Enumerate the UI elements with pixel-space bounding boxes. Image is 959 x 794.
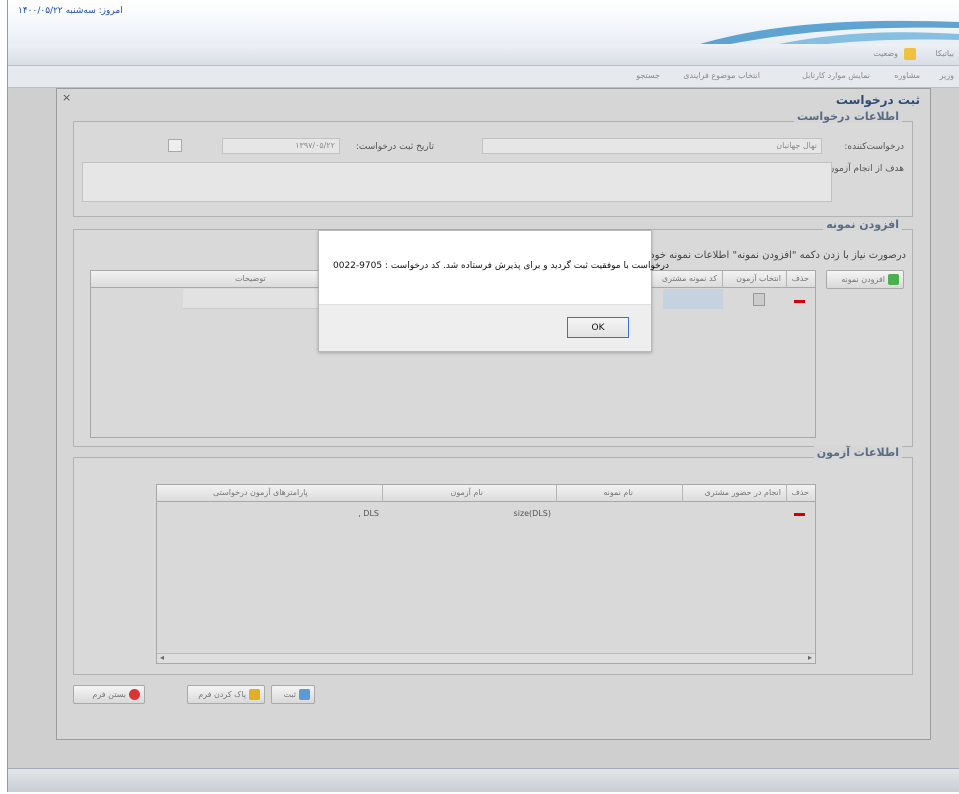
test-grid: حذف انجام در حضور مشتری نام نمونه نام آز… xyxy=(156,484,816,664)
purpose-label: هدف از انجام آزمون: xyxy=(824,164,904,174)
submit-label: ثبت xyxy=(283,690,297,699)
purpose-textarea[interactable] xyxy=(82,162,832,202)
app-window: امروز: سه‌شنبه ۱۴۰۰/۰۵/۲۲ بیاتیکا وضعیت … xyxy=(7,0,959,792)
nav-link-status[interactable]: وضعیت xyxy=(873,49,898,58)
request-info-legend: اطلاعات درخواست xyxy=(793,110,902,123)
description-cell[interactable] xyxy=(183,289,331,309)
close-circle-icon xyxy=(129,689,140,700)
plus-icon xyxy=(888,274,899,285)
col-test-delete: حذف xyxy=(791,488,809,497)
nav-link-home[interactable]: بیاتیکا xyxy=(935,49,954,58)
col-test-params: پارامترهای آزمون درخواستی xyxy=(213,488,308,497)
select-test-icon[interactable] xyxy=(753,293,765,306)
request-date-label: تاریخ ثبت درخواست: xyxy=(355,142,434,152)
test-info-section: اطلاعات آزمون حذف انجام در حضور مشتری نا… xyxy=(73,446,913,675)
nav-link-search[interactable]: جستجو xyxy=(636,71,660,80)
nav-link-minister[interactable]: وزیر xyxy=(940,71,954,80)
nav-link-process[interactable]: انتخاب موضوع فرایندی xyxy=(683,71,760,80)
broom-icon xyxy=(249,689,260,700)
close-icon[interactable]: × xyxy=(62,91,71,104)
test-name-cell: size(DLS) xyxy=(513,509,551,518)
alert-footer: OK xyxy=(319,304,651,351)
success-alert: درخواست با موفقیت ثبت گردید و برای پذیرش… xyxy=(318,230,670,352)
test-params-cell: , DLS xyxy=(358,509,379,518)
nav-link-cartable[interactable]: نمایش موارد کارتابل xyxy=(802,71,870,80)
request-info-section: اطلاعات درخواست درخواست‌کننده: نهال جهان… xyxy=(73,110,913,217)
app-header: امروز: سه‌شنبه ۱۴۰۰/۰۵/۲۲ xyxy=(8,0,959,48)
col-delete: حذف xyxy=(791,274,809,283)
current-date: امروز: سه‌شنبه ۱۴۰۰/۰۵/۲۲ xyxy=(18,6,123,16)
requester-field[interactable]: نهال جهانیان xyxy=(482,138,822,154)
test-grid-header: حذف انجام در حضور مشتری نام نمونه نام آز… xyxy=(157,485,815,502)
calendar-icon[interactable] xyxy=(168,139,182,152)
horizontal-scrollbar[interactable]: ◂ ▸ xyxy=(157,653,815,663)
col-sample-name: نام نمونه xyxy=(603,488,633,497)
header-wave-graphic xyxy=(700,20,959,48)
clear-form-label: پاک کردن فرم xyxy=(198,690,246,699)
col-test-name: نام آزمون xyxy=(450,488,483,497)
dialog-title: ثبت درخواست xyxy=(835,93,920,107)
register-request-dialog: ثبت درخواست × اطلاعات درخواست درخواست‌کن… xyxy=(56,88,931,740)
test-info-legend: اطلاعات آزمون xyxy=(813,446,902,459)
submit-button[interactable]: ثبت xyxy=(271,685,315,704)
save-icon xyxy=(299,689,310,700)
nav-bar: وزیر مشاوره نمایش موارد کارتابل انتخاب م… xyxy=(8,66,959,88)
col-description: توضیحات xyxy=(235,274,266,283)
ok-button[interactable]: OK xyxy=(567,317,629,338)
add-sample-hint: درصورت نیاز با زدن دکمه "افزودن نمونه" ا… xyxy=(650,250,906,261)
delete-row-icon[interactable] xyxy=(794,300,805,303)
scroll-right-icon[interactable]: ▸ xyxy=(808,653,812,662)
requester-label: درخواست‌کننده: xyxy=(844,142,904,152)
close-form-label: بستن فرم xyxy=(92,690,126,699)
add-sample-label: افزودن نمونه xyxy=(841,275,885,284)
col-sample-code: کد نمونه مشتری xyxy=(661,274,717,283)
add-sample-legend: افزودن نمونه xyxy=(823,218,902,231)
col-select-test: انتخاب آزمون xyxy=(736,274,781,283)
close-form-button[interactable]: بستن فرم xyxy=(73,685,145,704)
alert-message: درخواست با موفقیت ثبت گردید و برای پذیرش… xyxy=(333,261,670,271)
sample-code-cell[interactable] xyxy=(663,289,723,309)
folder-icon xyxy=(904,48,916,60)
nav-link-consult[interactable]: مشاوره xyxy=(894,71,920,80)
col-in-presence: انجام در حضور مشتری xyxy=(704,488,781,497)
add-sample-button[interactable]: افزودن نمونه xyxy=(826,270,904,289)
request-date-field[interactable]: ۱۳۹۷/۰۵/۲۲ xyxy=(222,138,340,154)
delete-test-row-icon[interactable] xyxy=(794,513,805,516)
toolbar: بیاتیکا وضعیت xyxy=(8,44,959,66)
scroll-left-icon[interactable]: ◂ xyxy=(160,653,164,662)
clear-form-button[interactable]: پاک کردن فرم xyxy=(187,685,265,704)
status-bar xyxy=(8,768,959,792)
